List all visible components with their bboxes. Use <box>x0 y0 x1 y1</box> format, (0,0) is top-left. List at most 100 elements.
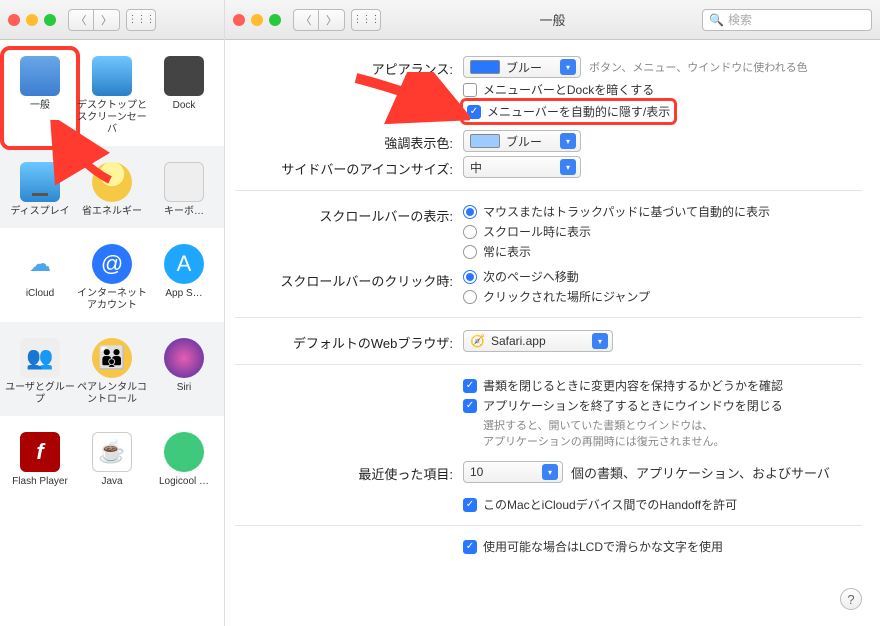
pref-logicool[interactable]: Logicool … <box>148 426 220 498</box>
recent-suffix: 個の書類、アプリケーション、およびサーバ <box>571 463 830 482</box>
pref-general[interactable]: 一般 <box>4 50 76 146</box>
recent-items-popup[interactable]: 10 ▾ <box>463 461 563 483</box>
appstore-icon: A <box>164 244 204 284</box>
pref-energy[interactable]: 省エネルギー <box>76 156 148 228</box>
show-all-button[interactable]: ⋮⋮⋮ <box>126 9 156 31</box>
pref-label: ディスプレイ <box>10 206 69 217</box>
zoom-icon[interactable] <box>269 14 281 26</box>
back-button[interactable]: 〈 <box>68 9 94 31</box>
toolbar: 〈 〉 ⋮⋮⋮ 一般 🔍 検索 <box>225 0 880 40</box>
help-button[interactable]: ? <box>840 588 862 610</box>
pref-label: インターネットアカウント <box>77 288 147 311</box>
appearance-popup[interactable]: ブルー ▾ <box>463 56 581 78</box>
autohide-menubar-checkbox[interactable]: ✓ メニューバーを自動的に隠す/表示 <box>463 101 674 122</box>
radio-icon <box>463 245 477 259</box>
darken-menubar-checkbox[interactable]: メニューバーとDockを暗くする <box>463 81 862 98</box>
pref-label: Siri <box>177 382 191 393</box>
pref-keyboard[interactable]: キーボ… <box>148 156 220 228</box>
ask-keep-changes-checkbox[interactable]: ✓ 書類を閉じるときに変更内容を保持するかどうかを確認 <box>463 377 862 394</box>
cloud-icon: ☁︎ <box>20 244 60 284</box>
swatch-icon <box>470 60 500 74</box>
divider <box>235 317 862 318</box>
nav-buttons: 〈 〉 <box>293 9 345 31</box>
check-label: 書類を閉じるときに変更内容を保持するかどうかを確認 <box>483 377 783 394</box>
close-windows-on-quit-checkbox[interactable]: ✓アプリケーションを終了するときにウインドウを閉じる <box>463 397 862 414</box>
swatch-icon <box>470 134 500 148</box>
check-label: メニューバーとDockを暗くする <box>483 81 654 98</box>
forward-button[interactable]: 〉 <box>94 9 120 31</box>
close-icon[interactable] <box>233 14 245 26</box>
users-icon: 👥 <box>20 338 60 378</box>
radio-label: スクロール時に表示 <box>483 223 591 240</box>
handoff-checkbox[interactable]: ✓ このMacとiCloudデバイス間でのHandoffを許可 <box>463 496 862 513</box>
pref-desktop[interactable]: デスクトップとスクリーンセーバ <box>76 50 148 146</box>
popup-value: 10 <box>470 465 483 479</box>
zoom-icon[interactable] <box>44 14 56 26</box>
scroll-auto-radio[interactable]: マウスまたはトラックパッドに基づいて自動的に表示 <box>463 203 862 220</box>
prefs-row-2: ディスプレイ 省エネルギー キーボ… <box>0 146 224 228</box>
radio-label: 常に表示 <box>483 243 531 260</box>
traffic-lights <box>8 14 56 26</box>
prefs-row-3: ☁︎ iCloud @ インターネットアカウント A App S… <box>0 228 224 322</box>
at-icon: @ <box>92 244 132 284</box>
pref-icloud[interactable]: ☁︎ iCloud <box>4 238 76 322</box>
pref-label: ペアレンタルコントロール <box>77 382 147 405</box>
scroll-always-radio[interactable]: 常に表示 <box>463 243 862 260</box>
checkbox-icon <box>463 83 477 97</box>
scroll-click-spot-radio[interactable]: クリックされた場所にジャンプ <box>463 288 862 305</box>
chevron-updown-icon: ▾ <box>560 59 576 75</box>
pref-internet-accounts[interactable]: @ インターネットアカウント <box>76 238 148 322</box>
default-browser-label: デフォルトのWebブラウザ: <box>235 330 463 352</box>
sidebar-size-label: サイドバーのアイコンサイズ: <box>235 156 463 178</box>
pref-users[interactable]: 👥 ユーザとグループ <box>4 332 76 416</box>
scroll-when-scrolling-radio[interactable]: スクロール時に表示 <box>463 223 862 240</box>
search-input[interactable]: 🔍 検索 <box>702 9 872 31</box>
pref-display[interactable]: ディスプレイ <box>4 156 76 228</box>
pref-label: Dock <box>173 100 196 111</box>
pref-label: Logicool … <box>159 476 209 487</box>
lcd-smoothing-checkbox[interactable]: ✓使用可能な場合はLCDで滑らかな文字を使用 <box>463 538 862 555</box>
minimize-icon[interactable] <box>251 14 263 26</box>
minimize-icon[interactable] <box>26 14 38 26</box>
toolbar: 〈 〉 ⋮⋮⋮ <box>0 0 224 40</box>
check-label: 使用可能な場合はLCDで滑らかな文字を使用 <box>483 538 723 555</box>
show-all-button[interactable]: ⋮⋮⋮ <box>351 9 381 31</box>
pref-flash[interactable]: f Flash Player <box>4 426 76 498</box>
scroll-click-page-radio[interactable]: 次のページへ移動 <box>463 268 862 285</box>
back-button[interactable]: 〈 <box>293 9 319 31</box>
popup-value: 中 <box>470 159 482 176</box>
chevron-updown-icon: ▾ <box>542 464 558 480</box>
pref-label: Flash Player <box>12 476 68 487</box>
desktop-icon <box>92 56 132 96</box>
check-label: このMacとiCloudデバイス間でのHandoffを許可 <box>483 496 737 513</box>
pref-java[interactable]: ☕ Java <box>76 426 148 498</box>
spacer <box>235 538 463 541</box>
checkbox-icon: ✓ <box>463 379 477 393</box>
pref-parental[interactable]: 👪 ペアレンタルコントロール <box>76 332 148 416</box>
close-icon[interactable] <box>8 14 20 26</box>
close-note-1: 選択すると、開いていた書類とウインドウは、 <box>483 417 862 433</box>
chevron-updown-icon: ▾ <box>592 333 608 349</box>
highlight-label: 強調表示色: <box>235 130 463 152</box>
bulb-icon <box>92 162 132 202</box>
pref-siri[interactable]: Siri <box>148 332 220 416</box>
spacer <box>235 377 463 380</box>
search-placeholder: 検索 <box>728 11 752 28</box>
java-icon: ☕ <box>92 432 132 472</box>
checkbox-icon: ✓ <box>463 399 477 413</box>
checkbox-icon: ✓ <box>463 498 477 512</box>
default-browser-popup[interactable]: 🧭 Safari.app ▾ <box>463 330 613 352</box>
radio-label: マウスまたはトラックパッドに基づいて自動的に表示 <box>483 203 770 220</box>
pref-dock[interactable]: Dock <box>148 50 220 146</box>
sidebar-size-popup[interactable]: 中 ▾ <box>463 156 581 178</box>
safari-icon: 🧭 <box>470 334 485 348</box>
pref-appstore[interactable]: A App S… <box>148 238 220 322</box>
forward-button[interactable]: 〉 <box>319 9 345 31</box>
chevron-updown-icon: ▾ <box>560 159 576 175</box>
highlight-popup[interactable]: ブルー ▾ <box>463 130 581 152</box>
close-note-2: アプリケーションの再開時には復元されません。 <box>483 433 862 449</box>
keyboard-icon <box>164 162 204 202</box>
pref-label: Java <box>101 476 122 487</box>
appearance-label: アピアランス: <box>235 56 463 78</box>
radio-icon <box>463 290 477 304</box>
